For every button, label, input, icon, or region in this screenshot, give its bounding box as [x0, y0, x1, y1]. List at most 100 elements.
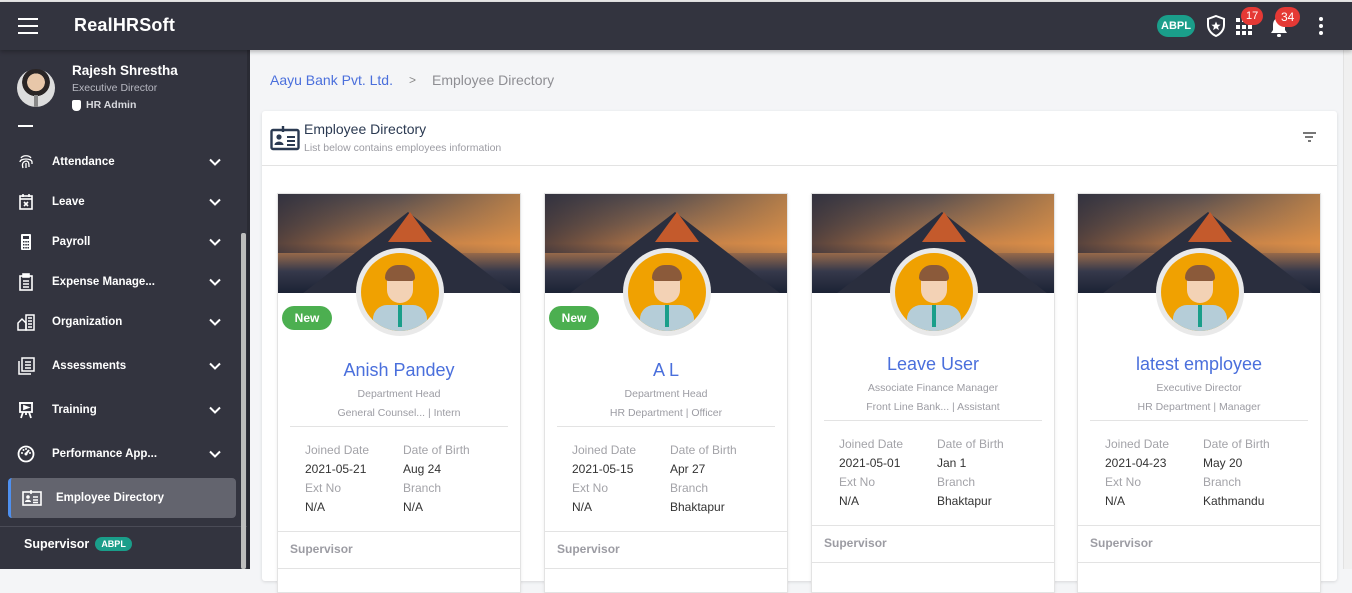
- joined-date-label: Joined Date: [839, 437, 904, 451]
- employee-avatar: [356, 248, 444, 336]
- supervisor-company-badge: ABPL: [95, 537, 132, 551]
- employee-card[interactable]: latest employee Executive Director HR De…: [1077, 193, 1321, 593]
- employee-name[interactable]: latest employee: [1078, 354, 1320, 375]
- employee-department: HR Department | Manager: [1137, 401, 1261, 413]
- sidebar-divider: [0, 526, 247, 527]
- chevron-down-icon: [209, 318, 221, 326]
- sidebar-item-performance-appraisal[interactable]: Performance App...: [0, 434, 236, 474]
- company-badge[interactable]: ABPL: [1157, 15, 1195, 37]
- hidden-menu-icon-fragment: [18, 125, 33, 127]
- sidebar-item-assessments[interactable]: Assessments: [0, 346, 236, 386]
- employee-name[interactable]: Anish Pandey: [278, 360, 520, 381]
- chevron-down-icon: [209, 278, 221, 286]
- app-title: RealHRSoft: [74, 15, 176, 35]
- new-badge: New: [282, 306, 332, 330]
- filter-icon[interactable]: [1302, 132, 1316, 142]
- employee-department: Front Line Bank... | Assistant: [866, 401, 1000, 413]
- building-icon: [17, 314, 35, 331]
- employee-department: HR Department | Officer: [609, 407, 723, 419]
- branch-value: Bhaktapur: [937, 494, 992, 508]
- branch-label: Branch: [937, 475, 976, 489]
- clipboard-list-icon: [19, 273, 33, 291]
- user-shield-icon: [72, 99, 81, 111]
- calculator-icon: [21, 234, 31, 250]
- panel-header: Employee Directory List below contains e…: [262, 111, 1337, 166]
- branch-label: Branch: [1203, 475, 1242, 489]
- branch-label: Branch: [403, 481, 442, 495]
- sidebar-item-label: Expense Manage...: [52, 276, 155, 288]
- card-divider: [557, 426, 775, 427]
- shield-star-icon[interactable]: [1206, 15, 1226, 37]
- joined-date-value: 2021-05-15: [572, 462, 634, 476]
- date-of-birth-value: Jan 1: [937, 456, 967, 470]
- panel-title: Employee Directory: [304, 121, 427, 137]
- ext-no-value: N/A: [839, 494, 860, 508]
- sidebar-item-label: Organization: [52, 316, 123, 328]
- sidebar-item-label: Payroll: [52, 236, 91, 248]
- speedometer-icon: [17, 445, 35, 463]
- profile-name: Rajesh Shrestha: [72, 63, 178, 78]
- notifications-count-badge: 34: [1275, 7, 1301, 27]
- sidebar-item-attendance[interactable]: Attendance: [0, 142, 236, 182]
- sidebar-item-employee-directory[interactable]: Employee Directory: [8, 478, 236, 518]
- sidebar-item-organization[interactable]: Organization: [0, 302, 236, 342]
- sidebar-item-label: Assessments: [52, 360, 127, 372]
- ext-no-label: Ext No: [839, 475, 876, 489]
- breadcrumb-separator: >: [408, 73, 416, 87]
- date-of-birth-value: May 20: [1203, 456, 1243, 470]
- sidebar-item-label: Leave: [52, 196, 85, 208]
- hamburger-menu-icon[interactable]: [18, 18, 38, 34]
- card-divider: [812, 562, 1054, 563]
- employee-avatar: [890, 248, 978, 336]
- main-scrollbar[interactable]: [1343, 50, 1352, 569]
- chevron-down-icon: [209, 406, 221, 414]
- new-badge: New: [549, 306, 599, 330]
- id-card-icon: [270, 126, 300, 151]
- joined-date-value: 2021-05-21: [305, 462, 367, 476]
- joined-date-value: 2021-04-23: [1105, 456, 1167, 470]
- branch-value: Kathmandu: [1203, 494, 1265, 508]
- employee-department: General Counsel... | Intern: [337, 407, 461, 419]
- supervisor-label: Supervisor: [824, 536, 887, 550]
- sidebar: Rajesh Shrestha Executive Director HR Ad…: [0, 50, 247, 569]
- date-of-birth-value: Aug 24: [403, 462, 442, 476]
- employee-name[interactable]: A L: [545, 360, 787, 381]
- employee-card[interactable]: New A L Department Head HR Department | …: [544, 193, 788, 593]
- sidebar-item-leave[interactable]: Leave: [0, 182, 236, 222]
- avatar: [17, 69, 55, 107]
- date-of-birth-label: Date of Birth: [1203, 437, 1270, 451]
- sidebar-scrollbar[interactable]: [241, 233, 246, 569]
- joined-date-value: 2021-05-01: [839, 456, 901, 470]
- sidebar-item-label: Attendance: [52, 156, 115, 168]
- card-divider: [545, 531, 787, 532]
- sidebar-item-payroll[interactable]: Payroll: [0, 222, 236, 262]
- employee-name[interactable]: Leave User: [812, 354, 1054, 375]
- supervisor-section[interactable]: Supervisor ABPL: [24, 537, 132, 551]
- sidebar-item-label: Performance App...: [52, 448, 158, 460]
- more-options-icon[interactable]: [1316, 17, 1326, 37]
- supervisor-label: Supervisor: [557, 542, 620, 556]
- employee-designation: Department Head: [357, 388, 441, 400]
- card-divider: [824, 420, 1042, 421]
- card-divider: [1090, 420, 1308, 421]
- card-divider: [812, 525, 1054, 526]
- employee-designation: Executive Director: [1156, 382, 1242, 394]
- profile-role: HR Admin: [72, 99, 136, 111]
- chevron-down-icon: [209, 362, 221, 370]
- branch-value: Bhaktapur: [670, 500, 725, 514]
- employee-card[interactable]: Leave User Associate Finance Manager Fro…: [811, 193, 1055, 593]
- breadcrumb-current: Employee Directory: [431, 72, 555, 88]
- apps-count-badge: 17: [1241, 7, 1264, 25]
- sidebar-item-training[interactable]: Training: [0, 390, 236, 430]
- ext-no-label: Ext No: [305, 481, 342, 495]
- top-navbar: RealHRSoft ABPL 17 34: [0, 2, 1352, 50]
- sidebar-item-expense-management[interactable]: Expense Manage...: [0, 262, 236, 302]
- user-profile[interactable]: Rajesh Shrestha Executive Director HR Ad…: [0, 50, 247, 118]
- employee-designation: Associate Finance Manager: [867, 382, 999, 394]
- ext-no-value: N/A: [1105, 494, 1126, 508]
- supervisor-label: Supervisor: [290, 542, 353, 556]
- ext-no-value: N/A: [305, 500, 326, 514]
- breadcrumb-company-link[interactable]: Aayu Bank Pvt. Ltd.: [270, 72, 393, 88]
- chevron-down-icon: [209, 158, 221, 166]
- employee-card[interactable]: New Anish Pandey Department Head General…: [277, 193, 521, 593]
